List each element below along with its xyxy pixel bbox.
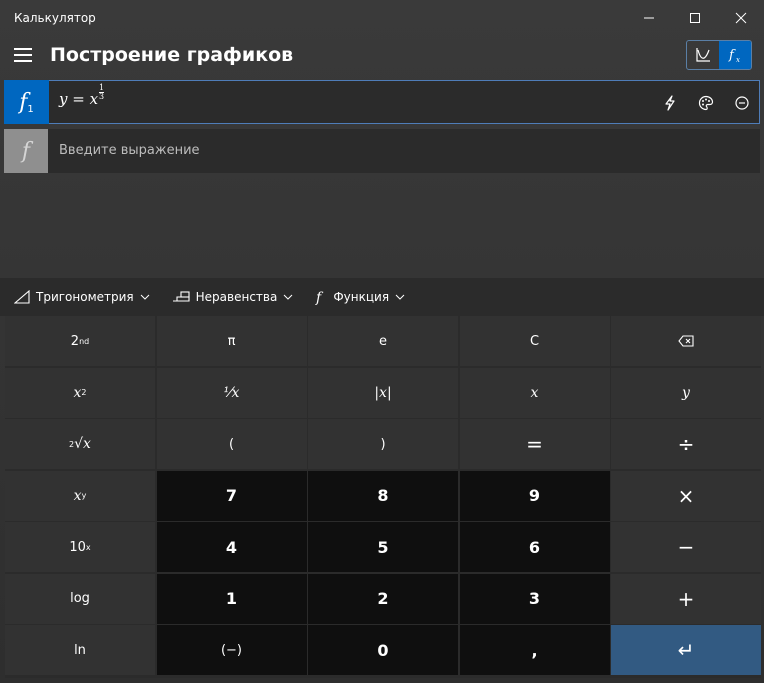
graph-icon (696, 48, 710, 62)
e-key[interactable]: e (308, 316, 458, 366)
backspace-key[interactable] (611, 316, 761, 366)
inequalities-dropdown[interactable]: Неравенства (172, 290, 294, 304)
ten-power-x-key[interactable]: 10 x (5, 522, 155, 572)
log-key[interactable]: log (5, 573, 155, 624)
equals-key[interactable]: = (459, 419, 610, 469)
digit-1-key[interactable]: 1 (156, 573, 307, 624)
square-root-key[interactable]: 2 √x (5, 419, 155, 469)
digit-4-key[interactable]: 4 (156, 522, 307, 572)
app-title: Калькулятор (14, 11, 96, 25)
triangle-icon (14, 290, 30, 304)
digit-6-key[interactable]: 6 (459, 522, 610, 572)
abs-key[interactable]: |x| (308, 367, 458, 418)
keypad-toolbar: Тригонометрия Неравенства f Функция (0, 278, 764, 316)
palette-icon (698, 95, 714, 111)
menu-icon[interactable] (14, 48, 32, 62)
calculator-window: Калькулятор Построение графиков f x f 1 … (0, 0, 764, 683)
close-button[interactable] (718, 0, 764, 36)
x-squared-key[interactable]: x2 (5, 367, 155, 418)
function-f-icon: f (315, 290, 324, 305)
plus-key[interactable]: + (611, 573, 761, 624)
function-view-button[interactable]: f x (719, 41, 751, 69)
function-expression[interactable]: y = x13 (59, 84, 105, 108)
header: Построение графиков (0, 36, 764, 78)
minimize-button[interactable] (626, 0, 672, 36)
chevron-down-icon (395, 294, 405, 300)
x-variable-key[interactable]: x (459, 367, 610, 418)
title-bar: Калькулятор (0, 0, 764, 36)
enter-key[interactable]: ↵ (611, 625, 761, 675)
page-title: Построение графиков (50, 44, 294, 66)
style-function-button[interactable] (695, 93, 717, 113)
digit-8-key[interactable]: 8 (308, 470, 458, 521)
chevron-down-icon (283, 294, 293, 300)
divide-key[interactable]: ÷ (611, 419, 761, 469)
svg-text:f: f (728, 48, 736, 63)
function-row-1[interactable]: f1 y = x13 (4, 80, 760, 124)
digit-5-key[interactable]: 5 (308, 522, 458, 572)
multiply-key[interactable]: × (611, 470, 761, 521)
minimize-icon (644, 17, 654, 19)
digit-3-key[interactable]: 3 (459, 573, 610, 624)
inequality-icon (172, 291, 190, 302)
minus-key[interactable]: − (611, 522, 761, 572)
function-row-2[interactable]: f Введите выражение (4, 129, 760, 173)
chevron-down-icon (140, 294, 149, 300)
function-icon: f x (728, 48, 740, 64)
digit-0-key[interactable]: 0 (308, 625, 458, 675)
maximize-button[interactable] (672, 0, 718, 36)
x-power-y-key[interactable]: xy (5, 470, 155, 521)
keypad: 2nd π e C x2 ⅟x |x| x y 2 √x ( ) = ÷ xy 7… (5, 316, 761, 678)
y-variable-key[interactable]: y (611, 367, 761, 418)
close-icon (735, 12, 747, 24)
analyze-function-button[interactable] (659, 93, 681, 113)
second-key[interactable]: 2nd (5, 316, 155, 366)
backspace-icon (678, 335, 694, 347)
exponent-fraction: 13 (99, 83, 105, 101)
function-badge-2[interactable]: f (4, 129, 48, 173)
reciprocal-key[interactable]: ⅟x (156, 367, 307, 418)
left-paren-key[interactable]: ( (156, 419, 307, 469)
ln-key[interactable]: ln (5, 625, 155, 675)
pi-key[interactable]: π (156, 316, 307, 366)
expression-input[interactable]: Введите выражение (59, 143, 200, 158)
mode-toggle: f x (686, 40, 752, 70)
trigonometry-dropdown[interactable]: Тригонометрия (14, 290, 150, 304)
window-controls (626, 0, 764, 36)
maximize-icon (690, 13, 700, 23)
minus-circle-icon (735, 96, 749, 110)
right-paren-key[interactable]: ) (308, 419, 458, 469)
function-actions (659, 93, 753, 113)
function-badge-1[interactable]: f1 (4, 80, 49, 124)
remove-function-button[interactable] (731, 93, 753, 113)
lightning-icon (665, 95, 675, 111)
digit-2-key[interactable]: 2 (308, 573, 458, 624)
negate-key[interactable]: (−) (156, 625, 307, 675)
function-dropdown[interactable]: f Функция (315, 289, 405, 305)
digit-7-key[interactable]: 7 (156, 470, 307, 521)
svg-text:f: f (315, 290, 324, 305)
digit-9-key[interactable]: 9 (459, 470, 610, 521)
comma-key[interactable]: , (459, 625, 610, 675)
svg-text:x: x (736, 56, 740, 64)
graph-view-button[interactable] (687, 41, 719, 69)
clear-key[interactable]: C (459, 316, 610, 366)
